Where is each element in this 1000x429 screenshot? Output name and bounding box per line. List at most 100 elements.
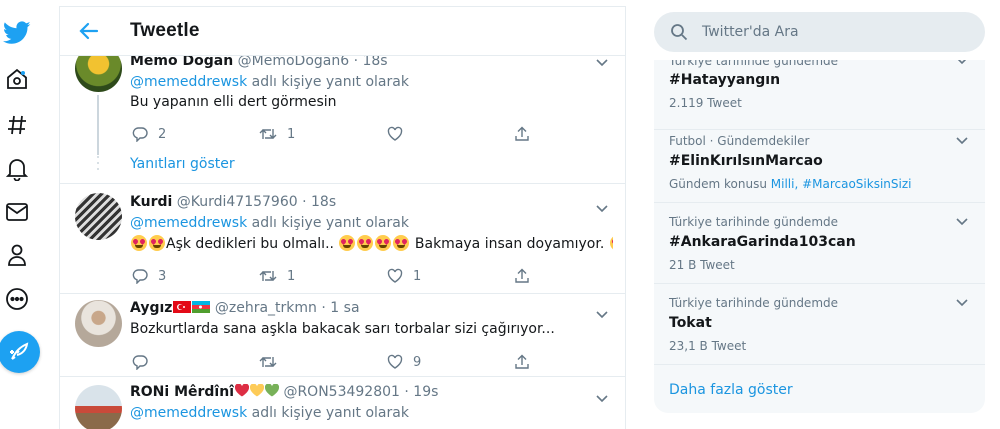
chevron-down-icon[interactable] bbox=[595, 201, 609, 215]
show-replies-link[interactable]: Yanıtları göster bbox=[130, 156, 235, 172]
share-icon bbox=[515, 268, 529, 283]
tweet-time[interactable]: · 18s bbox=[302, 194, 336, 210]
reply-button[interactable]: 2 bbox=[132, 126, 166, 142]
author-name[interactable]: Aygız bbox=[130, 300, 172, 316]
reply-button[interactable]: 3 bbox=[132, 268, 166, 284]
trend-name[interactable]: Tokat bbox=[669, 315, 712, 331]
thread-line bbox=[97, 95, 99, 155]
reply-context-text: adlı kişiye yanıt olarak bbox=[247, 405, 409, 421]
tweet-actions: 2 1 bbox=[130, 126, 530, 146]
mention-link[interactable]: @memeddrewsk bbox=[130, 74, 247, 90]
avatar[interactable] bbox=[75, 385, 122, 429]
tweet-text: Bozkurtlarda sana aşkla bakacak sarı tor… bbox=[130, 321, 555, 337]
trend-name[interactable]: #Hatayyangın bbox=[669, 72, 780, 88]
author-name[interactable]: RONi Mêrdînî bbox=[130, 384, 234, 400]
messages-envelope-icon[interactable] bbox=[2, 197, 32, 227]
tweet-time[interactable]: · 1 sa bbox=[321, 300, 359, 316]
azerbaijan-flag-icon bbox=[192, 301, 211, 313]
reply-context-text: adlı kişiye yanıt olarak bbox=[247, 215, 409, 231]
feather-icon bbox=[10, 342, 29, 360]
tweet-time[interactable]: · 19s bbox=[404, 384, 438, 400]
main-column: Tweetle Memo Doğan @MemoDogan6 · 18s @me… bbox=[59, 7, 626, 429]
explore-hashtag-icon[interactable] bbox=[2, 110, 32, 140]
reply-bubble-icon bbox=[132, 127, 148, 142]
share-button[interactable] bbox=[514, 126, 540, 142]
tweet-kurdi[interactable]: Kurdi @Kurdi47157960 · 18s @memeddrewsk … bbox=[60, 184, 625, 294]
tweet-aygiz[interactable]: Aygız @zehra_trkmn · 1 sa Bozkurtlarda s… bbox=[60, 294, 625, 374]
like-button[interactable]: 1 bbox=[387, 268, 421, 284]
retweet-button[interactable] bbox=[259, 354, 287, 370]
avatar[interactable] bbox=[75, 193, 122, 240]
trend-item[interactable]: Türkiye tarihinde gündemde Tokat 23,1 B … bbox=[654, 284, 985, 365]
profile-person-icon[interactable] bbox=[2, 240, 32, 270]
retweet-button[interactable]: 1 bbox=[259, 126, 295, 142]
back-arrow-icon[interactable] bbox=[78, 20, 100, 42]
tweet-actions: 9 bbox=[130, 354, 530, 374]
tweet-content: Kurdi @Kurdi47157960 · 18s @memeddrewsk … bbox=[130, 194, 613, 255]
avatar[interactable] bbox=[75, 300, 122, 347]
page-header: Tweetle bbox=[60, 7, 625, 56]
trend-item[interactable]: Türkiye tarihinde gündemde #AnkaraGarind… bbox=[654, 203, 985, 284]
tweet-text: Aşk dedikleri bu olmalı.. Bakmaya insan … bbox=[130, 235, 613, 255]
tweet-text: Bu yapanın elli dert görmesin bbox=[130, 94, 337, 110]
trend-category: Türkiye tarihinde gündemde bbox=[669, 296, 839, 310]
heart-icon bbox=[387, 126, 403, 141]
share-button[interactable] bbox=[514, 354, 540, 370]
heart-eyes-emoji-icon bbox=[375, 235, 392, 251]
share-icon bbox=[515, 126, 529, 141]
trend-tweet-count: 21 B Tweet bbox=[669, 258, 735, 272]
trend-name[interactable]: #ElinKırılsınMarcao bbox=[669, 153, 823, 169]
retweet-icon bbox=[259, 271, 277, 281]
thread-dots bbox=[97, 155, 99, 173]
twitter-logo-icon[interactable] bbox=[2, 18, 32, 48]
tweet-roni[interactable]: RONi Mêrdînî @RON53492801 · 19s @memeddr… bbox=[60, 377, 625, 429]
share-icon bbox=[515, 354, 529, 369]
show-more-link[interactable]: Daha fazla göster bbox=[669, 382, 793, 398]
trend-category: Türkiye tarihinde gündemde bbox=[669, 60, 839, 68]
tweet-author-line: Aygız @zehra_trkmn · 1 sa bbox=[130, 300, 613, 319]
compose-tweet-button[interactable] bbox=[0, 331, 40, 373]
chevron-down-icon[interactable] bbox=[955, 60, 969, 68]
chevron-down-icon[interactable] bbox=[955, 134, 969, 148]
author-handle[interactable]: @zehra_trkmn bbox=[215, 300, 317, 316]
search-placeholder: Twitter'da Ara bbox=[702, 24, 799, 40]
like-button[interactable]: 9 bbox=[387, 354, 421, 370]
author-handle[interactable]: @Kurdi47157960 bbox=[177, 194, 298, 210]
tweet-text-part: Bakmaya insan doyamıyor. bbox=[410, 236, 605, 252]
tweet-author-line: Kurdi @Kurdi47157960 · 18s bbox=[130, 194, 613, 213]
left-nav bbox=[0, 0, 40, 429]
tweet-content: RONi Mêrdînî @RON53492801 · 19s @memeddr… bbox=[130, 384, 613, 424]
chevron-down-icon[interactable] bbox=[595, 391, 609, 405]
author-handle[interactable]: @RON53492801 bbox=[283, 384, 399, 400]
trend-meta: Gündem konusu Milli, #MarcaoSiksinSizi bbox=[669, 177, 911, 191]
heart-eyes-emoji-icon bbox=[339, 235, 356, 251]
search-input[interactable]: Twitter'da Ara bbox=[654, 12, 985, 52]
tweet-actions: 3 1 1 bbox=[130, 268, 530, 288]
reply-count: 3 bbox=[158, 268, 167, 284]
reply-button[interactable] bbox=[132, 354, 158, 370]
chevron-down-icon[interactable] bbox=[595, 307, 609, 321]
reply-count: 2 bbox=[158, 126, 167, 142]
retweet-icon bbox=[259, 129, 277, 139]
like-button[interactable] bbox=[387, 126, 413, 142]
more-options-icon[interactable] bbox=[2, 284, 32, 314]
author-name[interactable]: Kurdi bbox=[130, 194, 172, 210]
notifications-bell-icon[interactable] bbox=[2, 154, 32, 184]
mention-link[interactable]: @memeddrewsk bbox=[130, 215, 247, 231]
share-button[interactable] bbox=[514, 268, 540, 284]
trend-item[interactable]: Türkiye tarihinde gündemde #Hatayyangın … bbox=[654, 60, 985, 130]
retweet-count: 1 bbox=[287, 126, 296, 142]
trend-name[interactable]: #AnkaraGarinda103can bbox=[669, 234, 856, 250]
chevron-down-icon[interactable] bbox=[955, 215, 969, 229]
chevron-down-icon[interactable] bbox=[955, 296, 969, 310]
home-icon[interactable] bbox=[2, 64, 32, 94]
mention-link[interactable]: @memeddrewsk bbox=[130, 405, 247, 421]
retweet-button[interactable]: 1 bbox=[259, 268, 295, 284]
trend-category: Futbol · Gündemdekiler bbox=[669, 134, 810, 148]
tweet-content: Aygız @zehra_trkmn · 1 sa Bozkurtlarda s… bbox=[130, 300, 613, 341]
reply-context: @memeddrewsk adlı kişiye yanıt olarak bbox=[130, 405, 613, 424]
chevron-down-icon[interactable] bbox=[595, 55, 609, 69]
trend-item[interactable]: Futbol · Gündemdekiler #ElinKırılsınMarc… bbox=[654, 122, 985, 203]
retweet-icon bbox=[259, 357, 277, 367]
trend-related-link[interactable]: Milli, #MarcaoSiksinSizi bbox=[771, 177, 912, 191]
